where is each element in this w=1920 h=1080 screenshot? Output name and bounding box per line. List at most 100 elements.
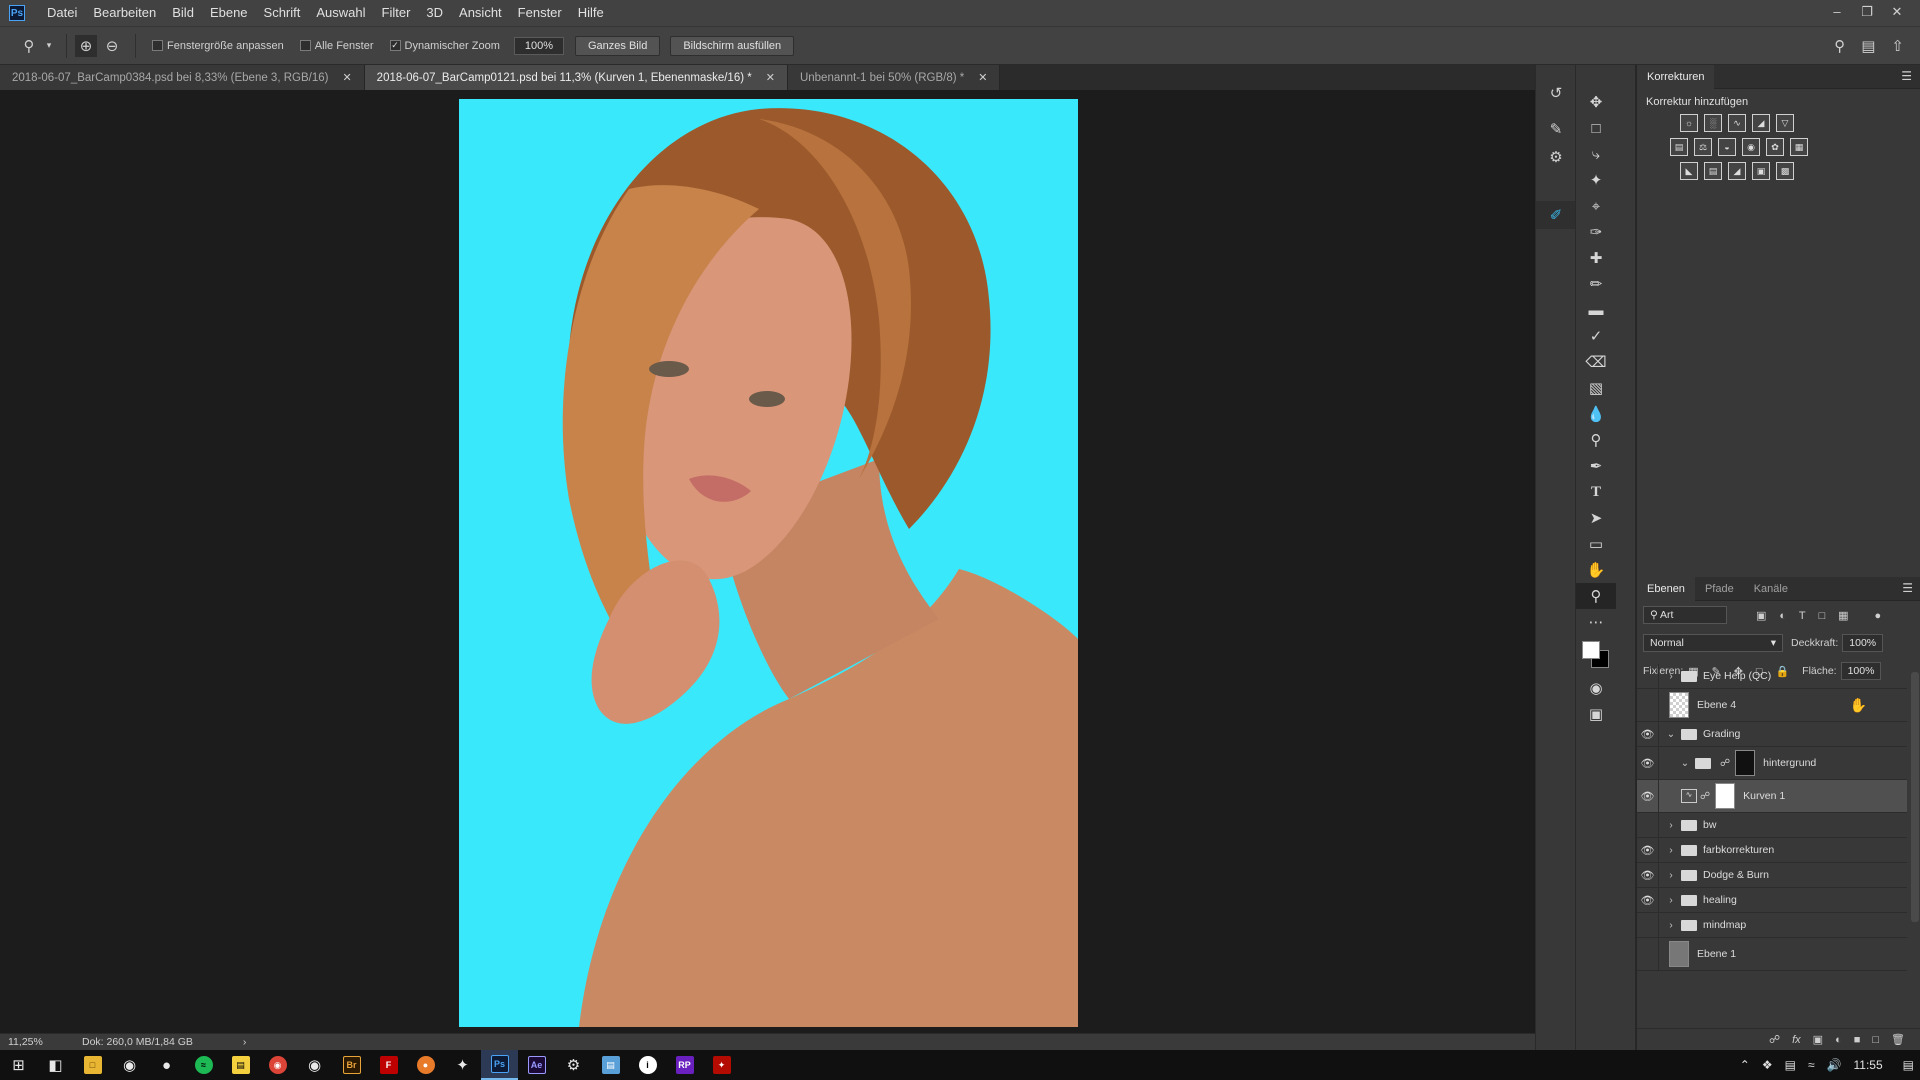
new-layer-icon[interactable]: □ (1872, 1034, 1879, 1046)
fit-window-checkbox[interactable]: Fenstergröße anpassen (152, 40, 284, 52)
color-balance-icon[interactable]: ⚖ (1694, 138, 1712, 156)
type-tool-icon[interactable]: T (1576, 479, 1616, 505)
eye-icon[interactable]: 👁 (1637, 722, 1659, 746)
chevron-down-icon[interactable]: ⌄ (1665, 729, 1677, 740)
filter-toggle-icon[interactable]: ● (1874, 610, 1881, 622)
menu-bearbeiten[interactable]: Bearbeiten (85, 0, 164, 26)
menu-schrift[interactable]: Schrift (256, 0, 309, 26)
healing-brush-tool-icon[interactable]: ✚ (1576, 245, 1616, 271)
brush-tool-icon[interactable]: ✏ (1576, 271, 1616, 297)
visibility-toggle[interactable] (1637, 938, 1659, 970)
link-layers-icon[interactable]: ☍ (1769, 1033, 1780, 1046)
layer-row[interactable]: 👁 ⌄ Grading (1637, 722, 1907, 747)
chevron-right-icon[interactable]: › (1665, 920, 1677, 931)
network-icon[interactable]: ▤ (1785, 1058, 1796, 1072)
zoom-in-icon[interactable]: ⊕ (75, 34, 97, 57)
chevron-down-icon[interactable]: ▾ (44, 35, 54, 57)
history-brush-tool-icon[interactable]: ✓ (1576, 323, 1616, 349)
document-image[interactable] (459, 99, 1078, 1027)
link-icon[interactable]: ☍ (1720, 758, 1730, 769)
history-icon[interactable]: ↺ (1536, 79, 1576, 107)
posterize-icon[interactable]: ▤ (1704, 162, 1722, 180)
rectangle-tool-icon[interactable]: ▭ (1576, 531, 1616, 557)
all-windows-checkbox[interactable]: Alle Fenster (299, 40, 374, 52)
close-icon[interactable]: ✕ (342, 71, 351, 84)
layer-row[interactable]: 👁 ⌄ ☍ hintergrund (1637, 747, 1907, 780)
more-tools-icon[interactable]: ⋯ (1576, 609, 1616, 635)
blend-mode-select[interactable]: Normal ▾ (1643, 634, 1783, 652)
visibility-toggle[interactable] (1637, 813, 1659, 837)
properties-icon[interactable]: ⚙ (1536, 143, 1576, 171)
zoom-value-field[interactable]: 100% (513, 36, 564, 55)
layer-row[interactable]: 👁 › farbkorrekturen (1637, 838, 1907, 863)
selective-color-icon[interactable]: ▣ (1752, 162, 1770, 180)
zoom-tool-icon[interactable]: ⚲ (1576, 583, 1616, 609)
eraser-tool-icon[interactable]: ⌫ (1576, 349, 1616, 375)
whole-image-button[interactable]: Ganzes Bild (575, 35, 661, 56)
zoom-tool-preset-icon[interactable]: ⚲ (18, 35, 40, 57)
close-icon[interactable]: ✕ (978, 71, 987, 84)
chevron-right-icon[interactable]: › (1665, 820, 1677, 831)
trash-icon[interactable]: 🗑 (1891, 1033, 1905, 1046)
notification-icon[interactable]: ▤ (1903, 1058, 1914, 1072)
clock[interactable]: 11:55 (1854, 1058, 1883, 1072)
layers-scrollbar[interactable] (1911, 672, 1919, 922)
channel-mixer-icon[interactable]: ✿ (1766, 138, 1784, 156)
panel-menu-icon[interactable]: ☰ (1901, 69, 1912, 83)
tab-barcamp0121[interactable]: 2018-06-07_BarCamp0121.psd bei 11,3% (Ku… (364, 65, 788, 90)
pen-curvature-icon[interactable]: ✐ (1536, 201, 1576, 229)
app-icon[interactable]: ◉ (296, 1050, 333, 1080)
layer-row[interactable]: 👁 › Dodge & Burn (1637, 863, 1907, 888)
restore-icon[interactable]: ❐ (1852, 0, 1882, 26)
link-icon[interactable]: ☍ (1700, 791, 1710, 802)
curves-icon[interactable]: ∿ (1728, 114, 1746, 132)
black-white-icon[interactable]: ◒ (1718, 138, 1736, 156)
threshold-icon[interactable]: ◢ (1728, 162, 1746, 180)
brightness-contrast-icon[interactable]: ☼ (1680, 114, 1698, 132)
spotify-icon[interactable]: ≈ (185, 1050, 222, 1080)
filter-adjustment-icon[interactable]: ◐ (1779, 610, 1786, 622)
app-icon[interactable]: ▤ (592, 1050, 629, 1080)
layer-row[interactable]: Ebene 4 ✋ (1637, 689, 1907, 722)
tab-pfade[interactable]: Pfade (1695, 577, 1744, 601)
after-effects-icon[interactable]: Ae (518, 1050, 555, 1080)
layer-row-selected[interactable]: 👁 ∿ ☍ Kurven 1 (1637, 780, 1907, 813)
clone-stamp-tool-icon[interactable]: ▬ (1576, 297, 1616, 323)
mask-thumbnail[interactable] (1735, 750, 1756, 776)
eye-icon[interactable]: 👁 (1637, 863, 1659, 887)
canvas-area[interactable] (0, 90, 1535, 1033)
exposure-icon[interactable]: ◢ (1752, 114, 1770, 132)
vibrance-icon[interactable]: ▽ (1776, 114, 1794, 132)
chrome-icon[interactable]: ◉ (259, 1050, 296, 1080)
dodge-tool-icon[interactable]: ⚲ (1576, 427, 1616, 453)
task-view-icon[interactable]: ◧ (37, 1050, 74, 1080)
blur-tool-icon[interactable]: 💧 (1576, 401, 1616, 427)
color-swatches[interactable] (1576, 635, 1616, 675)
wifi-icon[interactable]: ≈ (1808, 1058, 1815, 1072)
lasso-tool-icon[interactable]: ⤷ (1576, 141, 1616, 167)
gradient-tool-icon[interactable]: ▧ (1576, 375, 1616, 401)
add-mask-icon[interactable]: ▣ (1813, 1033, 1823, 1046)
crop-tool-icon[interactable]: ⌖ (1576, 193, 1616, 219)
gradient-map-icon[interactable]: ▩ (1776, 162, 1794, 180)
screen-mode-icon[interactable]: ▣ (1576, 701, 1616, 727)
layer-filter-select[interactable]: ⚲ Art (1643, 606, 1727, 624)
mask-thumbnail[interactable] (1715, 783, 1736, 809)
eye-icon[interactable]: 👁 (1637, 888, 1659, 912)
filter-smart-object-icon[interactable]: ▦ (1838, 610, 1848, 622)
filezilla-icon[interactable]: F (370, 1050, 407, 1080)
eye-icon[interactable]: 👁 (1637, 747, 1659, 779)
notes-icon[interactable]: ▤ (222, 1050, 259, 1080)
menu-ebene[interactable]: Ebene (202, 0, 256, 26)
path-select-tool-icon[interactable]: ➤ (1576, 505, 1616, 531)
zoom-level[interactable]: 11,25% (0, 1036, 82, 1048)
visibility-toggle[interactable] (1637, 913, 1659, 937)
chevron-right-icon[interactable]: › (1665, 870, 1677, 881)
share-icon[interactable]: ⇧ (1891, 37, 1904, 55)
panel-menu-icon[interactable]: ☰ (1902, 581, 1913, 595)
menu-filter[interactable]: Filter (374, 0, 419, 26)
photo-filter-icon[interactable]: ◉ (1742, 138, 1760, 156)
hand-tool-icon[interactable]: ✋ (1576, 557, 1616, 583)
menu-fenster[interactable]: Fenster (510, 0, 570, 26)
app-icon[interactable]: RP (666, 1050, 703, 1080)
